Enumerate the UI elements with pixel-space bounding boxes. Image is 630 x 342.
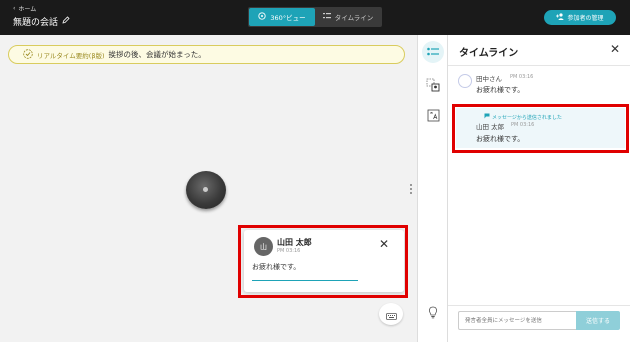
meeting-title: 無題の会話 [13,15,70,28]
meeting-title-text: 無題の会話 [13,18,59,28]
highlight-frame-popup [238,225,408,298]
keyboard-icon [385,305,397,324]
home-link[interactable]: ‹ ホーム [13,4,36,13]
keyboard-button[interactable] [379,303,403,325]
resize-handle[interactable] [410,184,413,196]
top-bar: ‹ ホーム 無題の会話 360°ビュー タイムライン 参加者の管理 [0,0,630,35]
highlight-frame-timeline-entry [452,104,629,153]
view-timeline-label: タイムライン [334,14,374,22]
entry-time: PM 03:16 [510,74,534,80]
timeline-tab-icon[interactable] [422,41,444,63]
view-360-icon [258,12,267,22]
add-user-icon [556,13,565,22]
timeline-list-icon [322,12,331,22]
manage-participants-button[interactable]: 参加者の管理 [544,10,616,25]
translate-tab-icon[interactable] [422,104,444,126]
chevron-left-icon: ‹ [13,5,16,12]
view-toggle: 360°ビュー タイムライン [248,7,382,27]
device-indicator [203,187,208,192]
speaker-device-image [186,171,226,209]
view-360-label: 360°ビュー [270,14,306,22]
entry-message: お疲れ様です。 [476,86,525,94]
participants-tab-icon[interactable] [422,74,444,96]
manage-participants-label: 参加者の管理 [567,15,604,22]
divider [448,305,630,306]
view-timeline-button[interactable]: タイムライン [315,8,381,26]
panel-title: タイムライン [459,48,519,59]
home-label: ホーム [18,6,37,13]
side-icon-bar [417,35,448,342]
timeline-panel: タイムライン ✕ 田中さん PM 03:16 お疲れ様です。 メッセージから送信… [448,35,630,342]
close-icon[interactable]: ✕ [610,43,620,55]
summary-text: 挨拶の後、会議が始まった。 [108,50,206,59]
view-360-button[interactable]: 360°ビュー [249,8,315,26]
entry-speaker-name: 田中さん [476,75,502,83]
lightbulb-icon[interactable] [422,301,444,323]
realtime-summary-banner: リアルタイム要約(β版) 挨拶の後、会議が始まった。 [8,45,405,64]
check-circle-icon [23,48,33,61]
send-button[interactable]: 送信する [576,311,620,330]
avatar [458,74,472,88]
divider [448,65,630,66]
summary-tag: リアルタイム要約(β版) [37,51,105,60]
message-input[interactable] [458,311,577,330]
pencil-icon[interactable] [62,16,70,27]
